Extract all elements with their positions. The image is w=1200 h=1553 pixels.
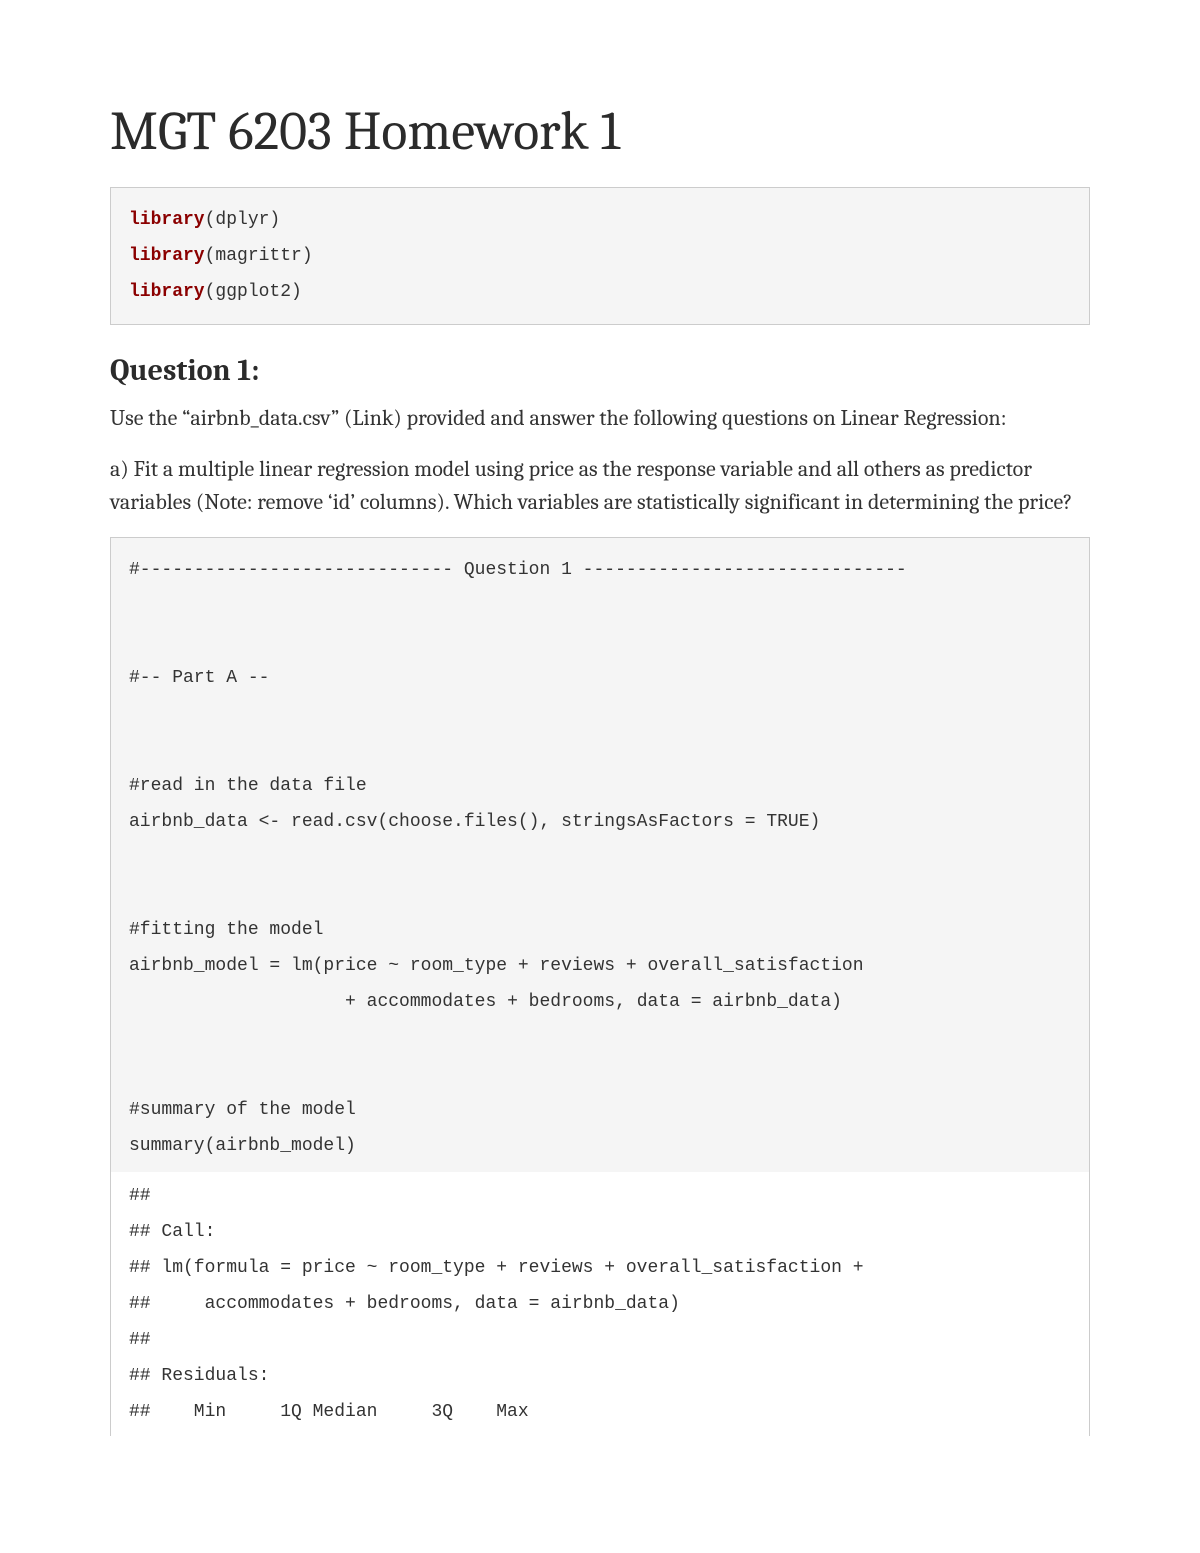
code-lm-line2: + accommodates + bedrooms, data = airbnb… [129,992,842,1012]
output-line: ## Residuals: [129,1366,269,1386]
comment-part-a: #-- Part A -- [129,668,269,688]
const-true: TRUE [766,812,809,832]
question-1-code-block: #----------------------------- Question … [110,537,1090,1172]
comment-fitting-model: #fitting the model [129,920,323,940]
pkg-magrittr: (magrittr) [205,246,313,266]
document-title: MGT 6203 Homework 1 [110,100,1090,163]
comment-q1-divider: #----------------------------- Question … [129,560,907,580]
keyword-library: library [129,210,205,230]
output-line: ## [129,1186,161,1206]
comment-read-data: #read in the data file [129,776,367,796]
keyword-library: library [129,282,205,302]
comment-summary: #summary of the model [129,1100,356,1120]
keyword-library: library [129,246,205,266]
output-line: ## [129,1330,161,1350]
question-1-intro: Use the “airbnb_data.csv” (Link) provide… [110,402,1090,435]
output-line: ## accommodates + bedrooms, data = airbn… [129,1294,680,1314]
output-block: ## ## Call: ## lm(formula = price ~ room… [110,1172,1090,1436]
pkg-dplyr: (dplyr) [205,210,281,230]
question-1-heading: Question 1: [110,353,1090,388]
output-line: ## Min 1Q Median 3Q Max [129,1402,539,1422]
pkg-ggplot2: (ggplot2) [205,282,302,302]
code-read-csv: airbnb_data <- read.csv(choose.files(), … [129,812,766,832]
library-code-block: library(dplyr) library(magrittr) library… [110,187,1090,325]
code-read-csv-close: ) [810,812,821,832]
question-1-part-a: a) Fit a multiple linear regression mode… [110,453,1090,519]
code-summary-call: summary(airbnb_model) [129,1136,356,1156]
code-lm-line1: airbnb_model = lm(price ~ room_type + re… [129,956,864,976]
output-line: ## Call: [129,1222,215,1242]
output-line: ## lm(formula = price ~ room_type + revi… [129,1258,874,1278]
